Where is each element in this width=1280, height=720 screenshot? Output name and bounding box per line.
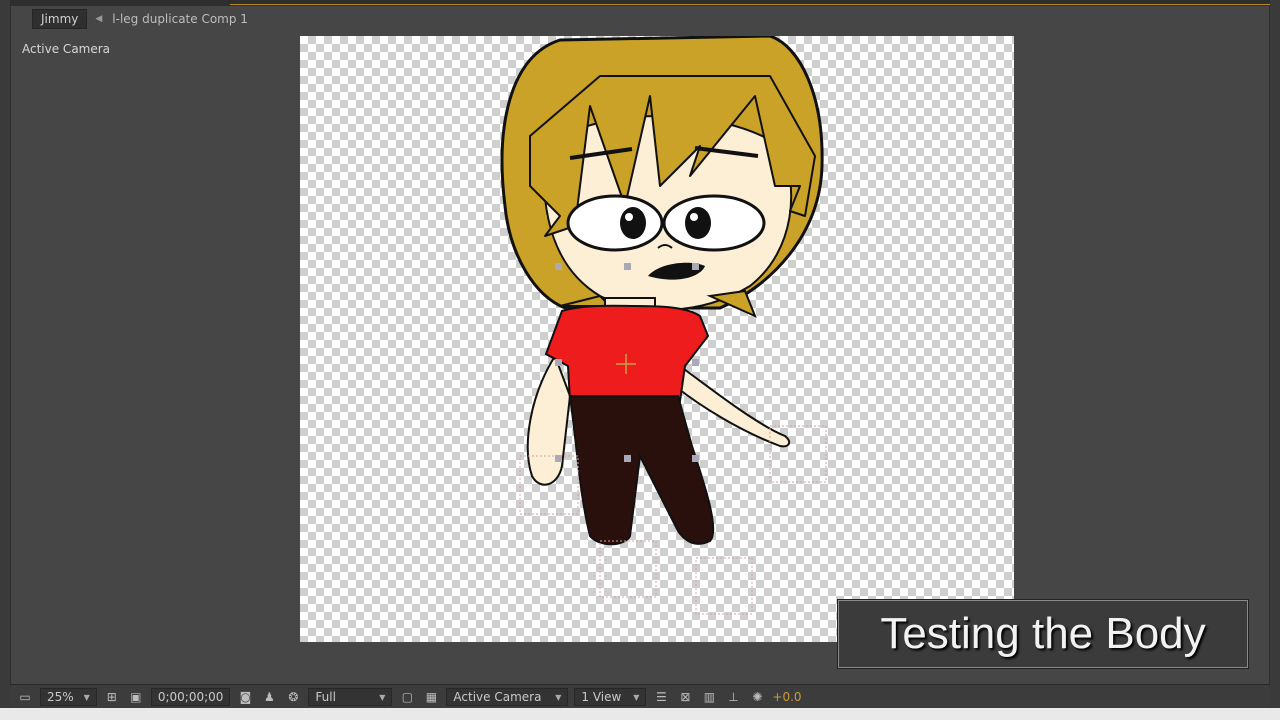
mask-icon[interactable]: ▣	[127, 689, 145, 705]
camera-dropdown[interactable]: Active Camera ▼	[446, 688, 569, 706]
lesson-caption: Testing the Body	[838, 600, 1248, 668]
camera-value: Active Camera	[453, 690, 542, 704]
chevron-down-icon: ▼	[379, 692, 386, 702]
flowchart-icon[interactable]: ⊥	[724, 689, 742, 705]
view-label: Active Camera	[22, 42, 111, 56]
magnification-value: 25%	[47, 690, 74, 704]
show-snapshot-icon[interactable]: ♟	[260, 689, 278, 705]
composition-navigator: Jimmy ◀ l-leg duplicate Comp 1	[10, 8, 1270, 30]
layout-icon[interactable]: ☰	[652, 689, 670, 705]
fast-preview-icon[interactable]: ▥	[700, 689, 718, 705]
resolution-value: Full	[315, 690, 336, 704]
camera-snapshot-icon[interactable]: ◙	[236, 689, 254, 705]
exposure-value[interactable]: +0.0	[772, 690, 801, 704]
active-panel-highlight	[230, 0, 1270, 5]
chevron-down-icon: ▼	[555, 692, 562, 702]
viewer-toolbar: ▭ 25% ▼ ⊞ ▣ 0;00;00;00 ◙ ♟ ❂ Full ▼ ▢ ▦ …	[10, 684, 1270, 709]
views-value: 1 View	[581, 690, 622, 704]
timecode-field[interactable]: 0;00;00;00	[150, 688, 231, 706]
grid-icon[interactable]: ⊞	[103, 689, 121, 705]
monitor-icon[interactable]: ▭	[16, 689, 34, 705]
panel-header	[10, 0, 1270, 6]
magnification-dropdown[interactable]: 25% ▼	[40, 688, 97, 706]
transparency-grid-icon[interactable]: ▦	[422, 689, 440, 705]
pixel-aspect-icon[interactable]: ⊠	[676, 689, 694, 705]
tab-l-leg-duplicate-comp[interactable]: l-leg duplicate Comp 1	[112, 12, 248, 26]
chevron-down-icon: ▼	[633, 692, 640, 702]
views-dropdown[interactable]: 1 View ▼	[574, 688, 647, 706]
region-of-interest-icon[interactable]: ▢	[398, 689, 416, 705]
flow-arrow-icon: ◀	[95, 14, 103, 24]
color-channels-icon[interactable]: ❂	[284, 689, 302, 705]
character-artwork	[500, 36, 827, 615]
caption-text: Testing the Body	[880, 609, 1206, 658]
left-panel-edge	[0, 0, 11, 720]
right-panel-edge	[1269, 0, 1280, 720]
chevron-down-icon: ▼	[83, 692, 90, 702]
resolution-dropdown[interactable]: Full ▼	[308, 688, 393, 706]
tab-jimmy[interactable]: Jimmy	[32, 9, 88, 29]
composition-canvas[interactable]	[300, 36, 1014, 642]
window-bottom-edge	[0, 708, 1280, 720]
timecode-value: 0;00;00;00	[157, 690, 224, 704]
reset-exposure-icon[interactable]: ✺	[748, 689, 766, 705]
